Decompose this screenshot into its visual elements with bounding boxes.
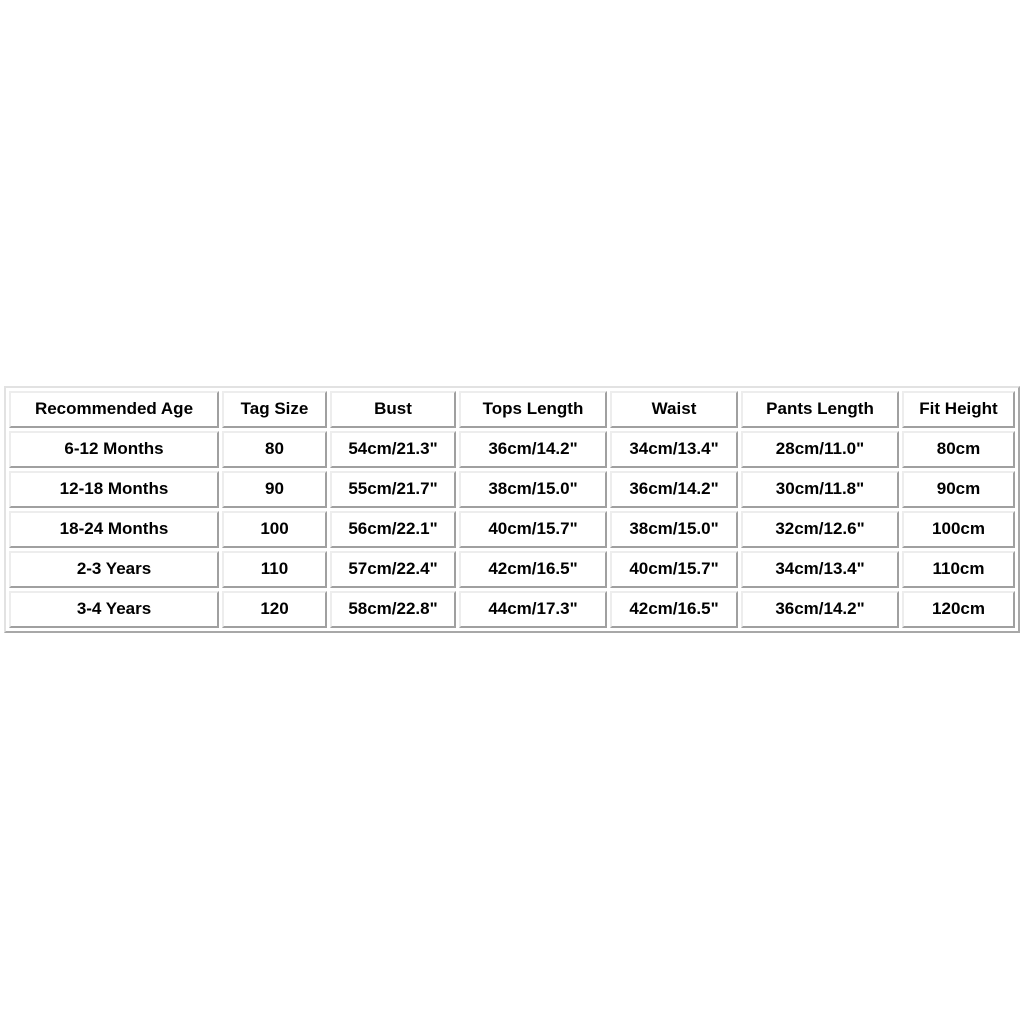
cell-fit-height: 80cm bbox=[902, 431, 1015, 468]
table-header-row: Recommended Age Tag Size Bust Tops Lengt… bbox=[9, 391, 1015, 428]
cell-fit-height: 100cm bbox=[902, 511, 1015, 548]
table-row: 2-3 Years 110 57cm/22.4" 42cm/16.5" 40cm… bbox=[9, 551, 1015, 588]
column-header-bust: Bust bbox=[330, 391, 456, 428]
cell-tops-length: 38cm/15.0" bbox=[459, 471, 607, 508]
table-header: Recommended Age Tag Size Bust Tops Lengt… bbox=[9, 391, 1015, 428]
cell-bust: 56cm/22.1" bbox=[330, 511, 456, 548]
cell-tag-size: 120 bbox=[222, 591, 327, 628]
cell-pants-length: 32cm/12.6" bbox=[741, 511, 899, 548]
cell-tag-size: 110 bbox=[222, 551, 327, 588]
cell-tag-size: 100 bbox=[222, 511, 327, 548]
cell-recommended-age: 2-3 Years bbox=[9, 551, 219, 588]
page-root: Recommended Age Tag Size Bust Tops Lengt… bbox=[0, 0, 1024, 1024]
cell-tops-length: 40cm/15.7" bbox=[459, 511, 607, 548]
cell-waist: 42cm/16.5" bbox=[610, 591, 738, 628]
cell-pants-length: 36cm/14.2" bbox=[741, 591, 899, 628]
cell-waist: 38cm/15.0" bbox=[610, 511, 738, 548]
cell-recommended-age: 12-18 Months bbox=[9, 471, 219, 508]
cell-waist: 34cm/13.4" bbox=[610, 431, 738, 468]
cell-pants-length: 34cm/13.4" bbox=[741, 551, 899, 588]
cell-recommended-age: 18-24 Months bbox=[9, 511, 219, 548]
table-row: 18-24 Months 100 56cm/22.1" 40cm/15.7" 3… bbox=[9, 511, 1015, 548]
cell-pants-length: 28cm/11.0" bbox=[741, 431, 899, 468]
column-header-tops-length: Tops Length bbox=[459, 391, 607, 428]
cell-tops-length: 42cm/16.5" bbox=[459, 551, 607, 588]
cell-fit-height: 110cm bbox=[902, 551, 1015, 588]
cell-bust: 58cm/22.8" bbox=[330, 591, 456, 628]
size-chart-container: Recommended Age Tag Size Bust Tops Lengt… bbox=[4, 386, 1020, 633]
cell-tops-length: 36cm/14.2" bbox=[459, 431, 607, 468]
cell-fit-height: 120cm bbox=[902, 591, 1015, 628]
cell-bust: 54cm/21.3" bbox=[330, 431, 456, 468]
table-row: 3-4 Years 120 58cm/22.8" 44cm/17.3" 42cm… bbox=[9, 591, 1015, 628]
table-row: 6-12 Months 80 54cm/21.3" 36cm/14.2" 34c… bbox=[9, 431, 1015, 468]
cell-recommended-age: 3-4 Years bbox=[9, 591, 219, 628]
table-body: 6-12 Months 80 54cm/21.3" 36cm/14.2" 34c… bbox=[9, 431, 1015, 628]
column-header-pants-length: Pants Length bbox=[741, 391, 899, 428]
cell-fit-height: 90cm bbox=[902, 471, 1015, 508]
cell-recommended-age: 6-12 Months bbox=[9, 431, 219, 468]
column-header-tag-size: Tag Size bbox=[222, 391, 327, 428]
cell-waist: 36cm/14.2" bbox=[610, 471, 738, 508]
cell-bust: 57cm/22.4" bbox=[330, 551, 456, 588]
column-header-waist: Waist bbox=[610, 391, 738, 428]
cell-tops-length: 44cm/17.3" bbox=[459, 591, 607, 628]
column-header-fit-height: Fit Height bbox=[902, 391, 1015, 428]
cell-pants-length: 30cm/11.8" bbox=[741, 471, 899, 508]
cell-bust: 55cm/21.7" bbox=[330, 471, 456, 508]
cell-tag-size: 90 bbox=[222, 471, 327, 508]
table-row: 12-18 Months 90 55cm/21.7" 38cm/15.0" 36… bbox=[9, 471, 1015, 508]
cell-waist: 40cm/15.7" bbox=[610, 551, 738, 588]
column-header-recommended-age: Recommended Age bbox=[9, 391, 219, 428]
cell-tag-size: 80 bbox=[222, 431, 327, 468]
size-chart-table: Recommended Age Tag Size Bust Tops Lengt… bbox=[4, 386, 1020, 633]
